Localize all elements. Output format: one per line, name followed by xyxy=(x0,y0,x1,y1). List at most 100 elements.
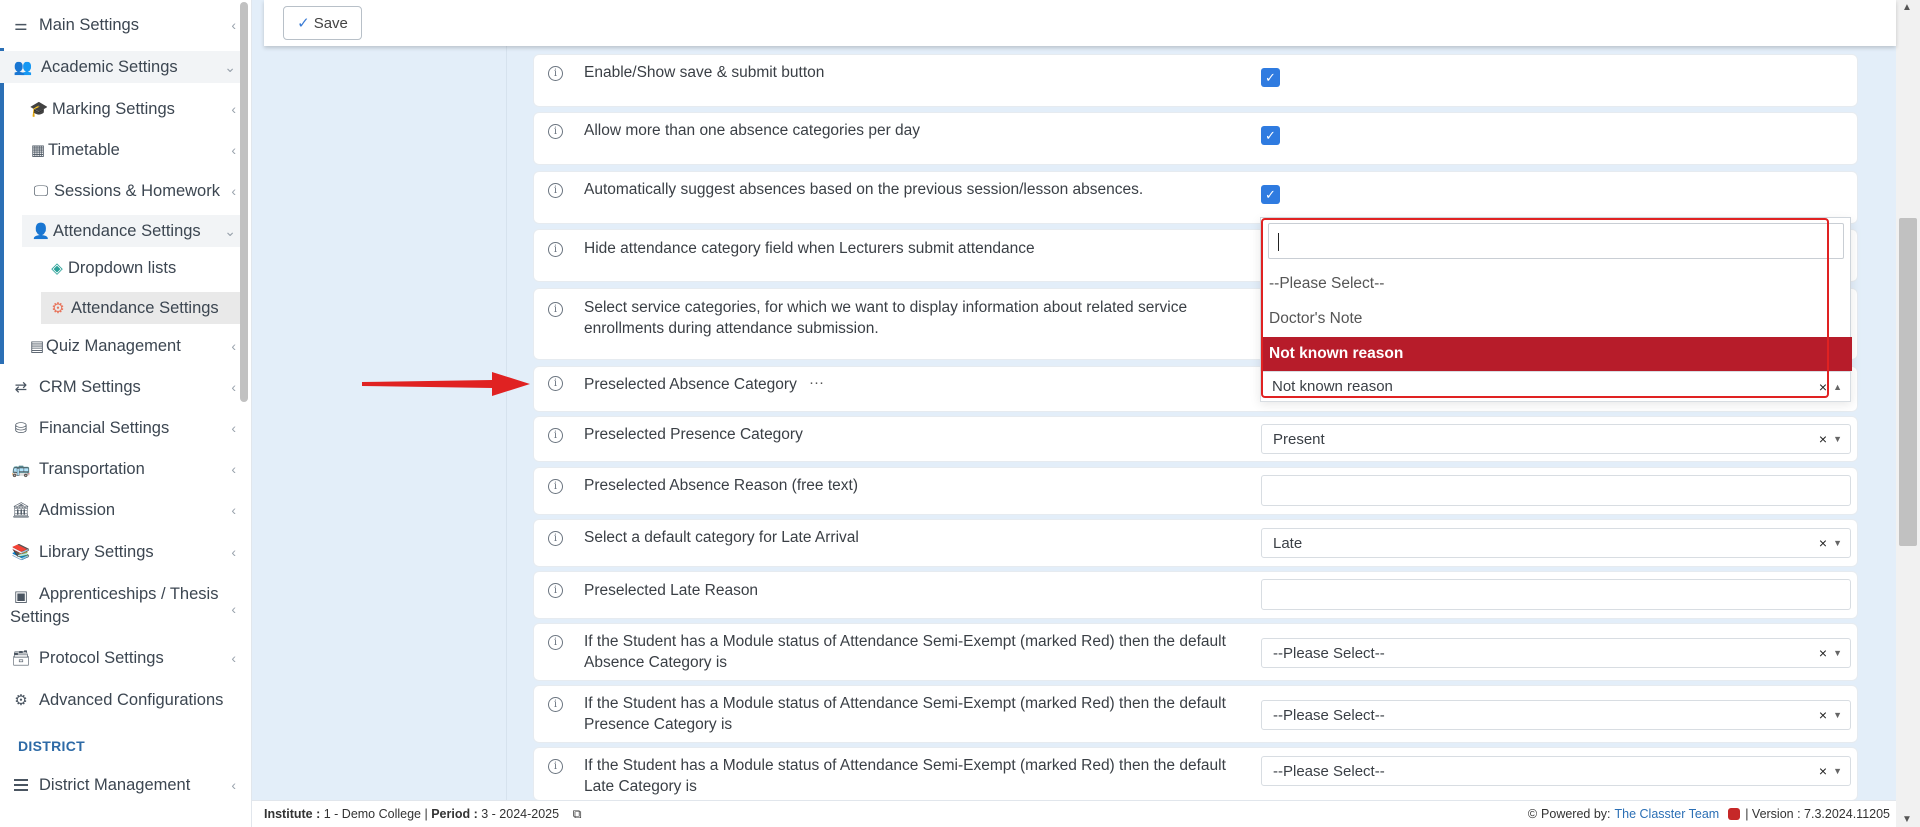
users-icon: 👥 xyxy=(13,59,33,76)
semi-exempt-late-select[interactable]: --Please Select-- × ▼ xyxy=(1261,756,1851,786)
settings-row: i If the Student has a Module status of … xyxy=(533,623,1858,681)
sidebar-item-label: Sessions & Homework xyxy=(54,181,220,200)
sidebar-section-district: DISTRICT xyxy=(18,738,85,754)
setting-checkbox[interactable]: ✓ xyxy=(1261,68,1280,87)
info-icon[interactable]: i xyxy=(548,635,563,650)
caret-up-icon[interactable]: ▲ xyxy=(1833,382,1842,392)
scroll-down-icon[interactable]: ▼ xyxy=(1902,814,1912,825)
settings-row: i Preselected Absence Reason (free text) xyxy=(533,467,1858,515)
dropdown-option-highlighted[interactable]: Not known reason xyxy=(1261,337,1852,371)
info-icon[interactable]: i xyxy=(548,302,563,317)
clear-icon[interactable]: × xyxy=(1819,763,1827,779)
dropdown-option[interactable]: Doctor's Note xyxy=(1261,302,1852,336)
page-scrollbar[interactable]: ▲ ▼ xyxy=(1896,0,1920,827)
info-icon[interactable]: i xyxy=(548,583,563,598)
sidebar-item-financial-settings[interactable]: ⛁ Financial Settings ‹ xyxy=(0,415,240,441)
scroll-up-icon[interactable]: ▲ xyxy=(1902,2,1912,13)
settings-row: i If the Student has a Module status of … xyxy=(533,685,1858,743)
sidebar: ⚌ Main Settings ‹ 👥 Academic Settings ⌄ … xyxy=(0,0,252,827)
more-icon[interactable]: ··· xyxy=(809,374,824,391)
absence-reason-input[interactable] xyxy=(1261,475,1851,506)
clear-icon[interactable]: × xyxy=(1819,707,1827,723)
sidebar-item-quiz-management[interactable]: ▤ Quiz Management ‹ xyxy=(0,333,240,359)
content-divider xyxy=(506,46,507,800)
setting-label: If the Student has a Module status of At… xyxy=(584,693,1244,735)
sidebar-item-attendance-settings[interactable]: 👤 Attendance Settings ⌄ xyxy=(22,215,240,247)
bus-icon: 🚌 xyxy=(11,461,31,478)
graduation-cap-icon: 🎓 xyxy=(29,101,49,118)
info-icon[interactable]: i xyxy=(548,759,563,774)
clear-icon[interactable]: × xyxy=(1819,431,1827,447)
info-icon[interactable]: i xyxy=(548,242,563,257)
sidebar-scrollbar[interactable] xyxy=(240,2,248,402)
footer: Institute : 1 - Demo College | Period : … xyxy=(252,800,1896,827)
sidebar-item-marking-settings[interactable]: 🎓 Marking Settings ‹ xyxy=(0,96,240,122)
sidebar-item-label: Academic Settings xyxy=(41,57,178,76)
period-label: Period : xyxy=(431,806,478,821)
info-icon[interactable]: i xyxy=(548,428,563,443)
sidebar-item-advanced-configurations[interactable]: ⚙ Advanced Configurations xyxy=(0,687,240,713)
sidebar-item-attendance-settings-active[interactable]: ⚙ Attendance Settings xyxy=(41,292,240,324)
clear-icon[interactable]: × xyxy=(1819,645,1827,661)
scrollbar-thumb[interactable] xyxy=(1899,218,1917,546)
sidebar-item-sessions-homework[interactable]: 🖵 Sessions & Homework ‹ xyxy=(0,178,240,204)
setting-checkbox[interactable]: ✓ xyxy=(1261,126,1280,145)
setting-label-line: Presence Category is xyxy=(584,716,733,733)
late-category-select[interactable]: Late × ▼ xyxy=(1261,528,1851,558)
info-icon[interactable]: i xyxy=(548,183,563,198)
clear-icon[interactable]: × xyxy=(1819,535,1827,551)
sidebar-item-transportation[interactable]: 🚌 Transportation ‹ xyxy=(0,456,240,482)
sidebar-item-main-settings[interactable]: ⚌ Main Settings ‹ xyxy=(0,12,240,38)
info-icon[interactable]: i xyxy=(548,124,563,139)
setting-label-line: enrollments during attendance submission… xyxy=(584,320,879,337)
info-icon[interactable]: i xyxy=(548,479,563,494)
classter-team-link[interactable]: The Classter Team xyxy=(1615,807,1720,821)
semi-exempt-absence-select[interactable]: --Please Select-- × ▼ xyxy=(1261,638,1851,668)
sidebar-item-timetable[interactable]: ▦ Timetable ‹ xyxy=(0,137,240,163)
setting-label-line: If the Student has a Module status of At… xyxy=(584,633,1226,650)
copyright-icon: © xyxy=(1527,807,1538,821)
settings-row: i Allow more than one absence categories… xyxy=(533,112,1858,165)
setting-label: If the Student has a Module status of At… xyxy=(584,631,1244,673)
sidebar-item-label: Protocol Settings xyxy=(39,648,164,667)
chevron-left-icon: ‹ xyxy=(231,461,236,477)
settings-row: i Enable/Show save & submit button ✓ xyxy=(533,54,1858,107)
period-value: 3 - 2024-2025 xyxy=(481,806,560,821)
presence-category-select[interactable]: Present × ▼ xyxy=(1261,424,1851,454)
sidebar-item-protocol-settings[interactable]: 🗃 Protocol Settings ‹ xyxy=(0,645,240,671)
sidebar-item-label: CRM Settings xyxy=(39,377,141,396)
sidebar-item-apprenticeships[interactable]: ▣ Apprenticeships / Thesis Settings ‹ xyxy=(0,583,240,627)
sidebar-item-label-block: ▣ Apprenticeships / Thesis Settings xyxy=(10,583,218,629)
chevron-left-icon: ‹ xyxy=(231,101,236,117)
semi-exempt-presence-select[interactable]: --Please Select-- × ▼ xyxy=(1261,700,1851,730)
chevron-left-icon: ‹ xyxy=(231,650,236,666)
caret-down-icon[interactable]: ▼ xyxy=(1833,766,1842,776)
absence-category-select[interactable]: Not known reason × ▲ xyxy=(1260,371,1851,402)
caret-down-icon[interactable]: ▼ xyxy=(1833,538,1842,548)
sidebar-item-label: Attendance Settings xyxy=(53,221,201,240)
info-icon[interactable]: i xyxy=(548,531,563,546)
sidebar-item-district-management[interactable]: District Management ‹ xyxy=(0,772,240,798)
caret-down-icon[interactable]: ▼ xyxy=(1833,710,1842,720)
sidebar-item-admission[interactable]: 🏛 Admission ‹ xyxy=(0,497,240,523)
caret-down-icon[interactable]: ▼ xyxy=(1833,648,1842,658)
setting-checkbox[interactable]: ✓ xyxy=(1261,185,1280,204)
sidebar-item-crm-settings[interactable]: ⇄ CRM Settings ‹ xyxy=(0,374,240,400)
dropdown-option[interactable]: --Please Select-- xyxy=(1261,267,1852,301)
info-icon[interactable]: i xyxy=(548,376,563,391)
sidebar-item-library-settings[interactable]: 📚 Library Settings ‹ xyxy=(0,539,240,565)
save-button[interactable]: ✓ Save xyxy=(283,6,362,40)
info-icon[interactable]: i xyxy=(548,66,563,81)
late-reason-input[interactable] xyxy=(1261,579,1851,610)
sidebar-item-label: Financial Settings xyxy=(39,418,170,437)
select-value: Late xyxy=(1273,534,1303,552)
sidebar-item-dropdown-lists[interactable]: ◈ Dropdown lists xyxy=(0,255,240,281)
dropdown-search-input[interactable] xyxy=(1268,223,1844,259)
clear-icon[interactable]: × xyxy=(1819,379,1827,395)
sidebar-item-label: Admission xyxy=(39,500,116,519)
caret-down-icon[interactable]: ▼ xyxy=(1833,434,1842,444)
info-icon[interactable]: i xyxy=(548,697,563,712)
sidebar-item-academic-settings[interactable]: 👥 Academic Settings ⌄ xyxy=(0,51,240,83)
select-value: Present xyxy=(1273,430,1325,448)
copy-icon[interactable]: ⧉ xyxy=(573,807,582,821)
